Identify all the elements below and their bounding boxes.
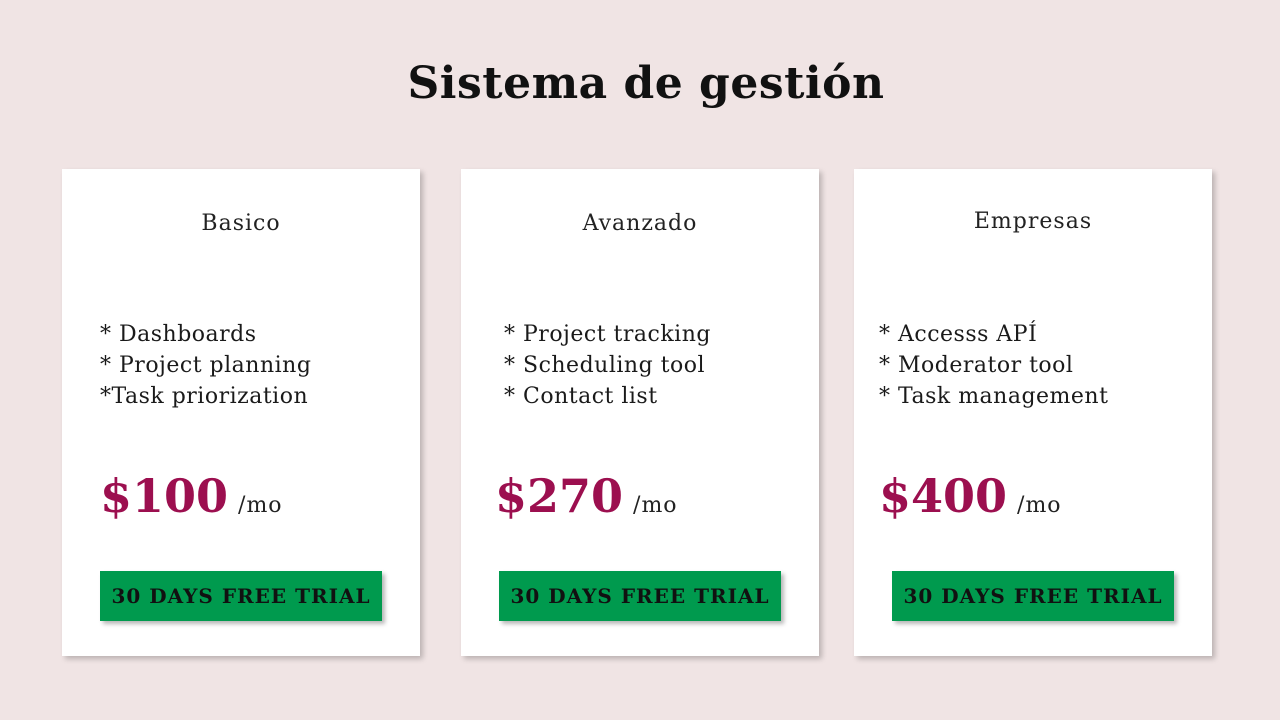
feature-item: * Task management [879,384,1109,409]
feature-list: * Project tracking * Scheduling tool * C… [504,319,711,412]
feature-item: * Contact list [504,384,658,409]
price-row: $400/mo [879,469,1062,523]
plan-card-basico: Basico * Dashboards * Project planning *… [62,169,420,656]
plan-card-empresas: Empresas * Accesss APÍ * Moderator tool … [854,169,1212,656]
free-trial-button[interactable]: 30 DAYS FREE TRIAL [892,571,1174,621]
free-trial-button[interactable]: 30 DAYS FREE TRIAL [499,571,781,621]
feature-item: * Project tracking [504,322,711,347]
price-row: $270/mo [495,469,678,523]
plan-name: Empresas [973,209,1093,234]
price-period: /mo [633,493,678,518]
plan-card-avanzado: Avanzado * Project tracking * Scheduling… [461,169,819,656]
feature-item: * Moderator tool [879,353,1074,378]
plan-price: $100 [100,469,229,523]
page-title: Sistema de gestión [407,58,885,109]
feature-item: *Task priorization [100,384,309,409]
free-trial-button[interactable]: 30 DAYS FREE TRIAL [100,571,382,621]
feature-item: * Dashboards [100,322,257,347]
plan-name: Avanzado [582,211,698,236]
plan-price: $400 [879,469,1008,523]
plan-price: $270 [495,469,624,523]
feature-list: * Dashboards * Project planning *Task pr… [100,319,311,412]
feature-list: * Accesss APÍ * Moderator tool * Task ma… [879,319,1108,412]
price-row: $100/mo [100,469,283,523]
price-period: /mo [238,493,283,518]
feature-item: * Project planning [100,353,312,378]
feature-item: * Accesss APÍ [879,322,1038,347]
price-period: /mo [1017,493,1062,518]
feature-item: * Scheduling tool [504,353,706,378]
plan-name: Basico [201,211,281,236]
